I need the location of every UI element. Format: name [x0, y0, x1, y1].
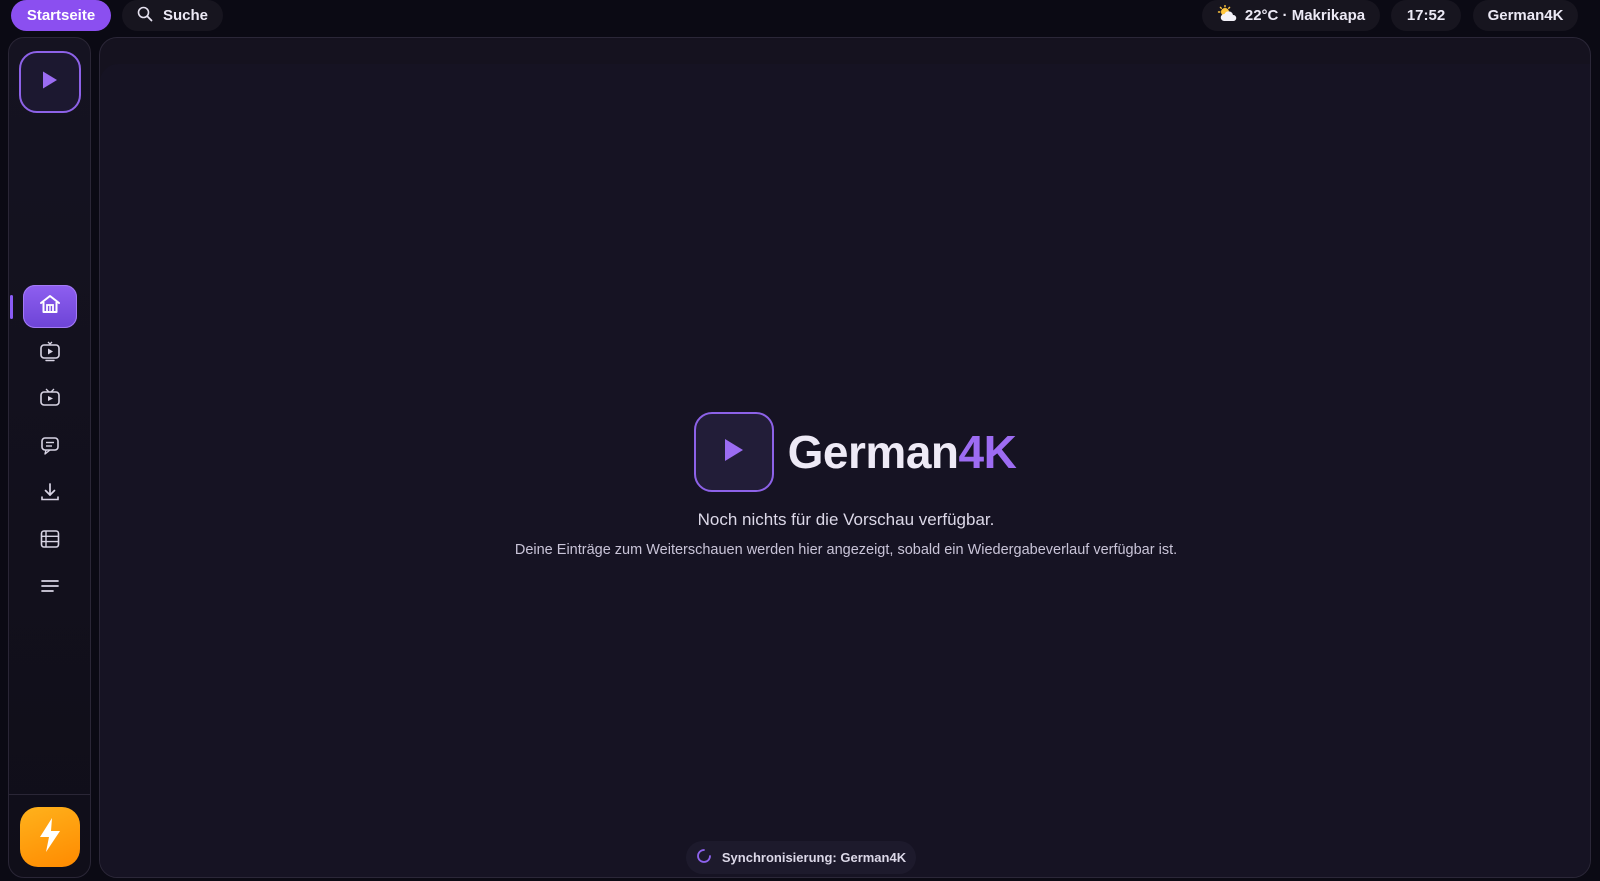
chat-icon [39, 434, 61, 461]
sidebar [8, 37, 91, 878]
menu-icon [39, 575, 61, 602]
sidebar-divider [9, 794, 90, 795]
main-panel: German4K Noch nichts für die Vorschau ve… [99, 37, 1591, 878]
spinner-icon [696, 848, 712, 867]
empty-state-title: Noch nichts für die Vorschau verfügbar. [697, 510, 995, 529]
sidebar-item-downloads[interactable] [23, 473, 77, 516]
sidebar-item-live-tv[interactable] [23, 332, 77, 375]
active-indicator [10, 295, 13, 319]
sidebar-item-messages[interactable] [23, 426, 77, 469]
brand-name-text: German [787, 426, 959, 478]
weather-widget[interactable]: 22°C · Makrikapa [1202, 0, 1380, 31]
home-icon [39, 294, 61, 319]
empty-state-subtitle: Deine Einträge zum Weiterschauen werden … [514, 542, 1178, 558]
sidebar-item-menu[interactable] [23, 567, 77, 610]
sidebar-item-home[interactable] [23, 285, 77, 328]
search-icon [137, 6, 153, 26]
sidebar-item-playlists[interactable] [23, 520, 77, 563]
play-icon [41, 70, 59, 95]
sync-status-badge: Synchronisierung: German4K [686, 841, 916, 874]
brand-name: German4K [788, 425, 1017, 479]
tv-box-icon [39, 387, 61, 414]
app-logo-button[interactable] [19, 51, 81, 113]
profile-name: German4K [1487, 7, 1564, 24]
brand-logo [693, 412, 774, 492]
brand-name-accent: 4K [958, 426, 1017, 478]
download-icon [39, 481, 61, 508]
list-grid-icon [39, 528, 61, 555]
weather-text: 22°C · Makrikapa [1244, 7, 1366, 24]
home-tab-button[interactable]: Startseite [11, 0, 111, 31]
clock-text: 17:52 [1406, 7, 1446, 24]
play-icon [722, 437, 746, 468]
search-label: Suche [162, 7, 208, 24]
empty-state: German4K Noch nichts für die Vorschau ve… [100, 412, 1590, 558]
bolt-icon [37, 817, 63, 858]
tv-play-icon [39, 340, 61, 367]
brand: German4K [693, 412, 1017, 492]
partly-sunny-icon [1217, 4, 1239, 27]
home-tab-label: Startseite [26, 7, 96, 24]
sync-status-text: Synchronisierung: German4K [721, 850, 907, 865]
search-button[interactable]: Suche [122, 0, 223, 31]
sidebar-item-series[interactable] [23, 379, 77, 422]
clock: 17:52 [1391, 0, 1461, 31]
profile-button[interactable]: German4K [1473, 0, 1578, 31]
power-button[interactable] [20, 807, 80, 867]
top-bar: Startseite Suche 22°C · Makrikapa 17:52 … [0, 0, 1600, 32]
